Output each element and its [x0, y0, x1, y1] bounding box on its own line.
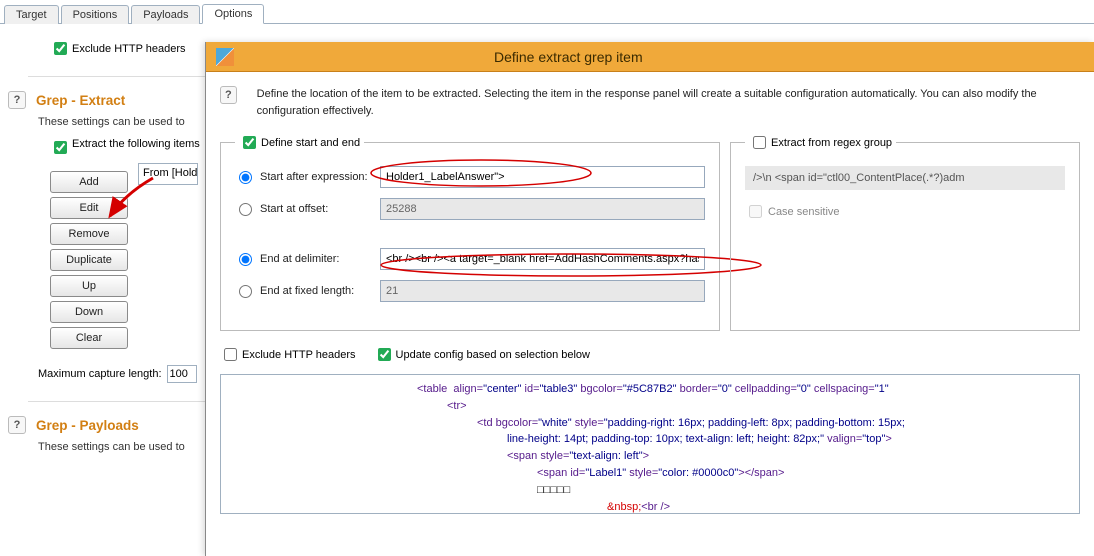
help-icon[interactable]: ?: [8, 416, 26, 434]
end-at-delimiter-label: End at delimiter:: [260, 253, 380, 265]
regex-preview: />\n <span id="ctl00_ContentPlace(.*?)ad…: [745, 166, 1065, 190]
case-sensitive-checkbox: [749, 205, 762, 218]
remove-button[interactable]: Remove: [50, 223, 128, 245]
help-icon[interactable]: ?: [220, 86, 237, 104]
burp-logo-icon: [216, 48, 234, 66]
dialog-exclude-http-checkbox[interactable]: [224, 348, 237, 361]
max-capture-length-label: Maximum capture length:: [38, 368, 162, 380]
grep-payloads-title: Grep - Payloads: [36, 418, 139, 433]
grep-extract-title: Grep - Extract: [36, 93, 125, 108]
duplicate-button[interactable]: Duplicate: [50, 249, 128, 271]
extract-from-regex-legend: Extract from regex group: [771, 137, 892, 149]
case-sensitive-label: Case sensitive: [768, 206, 840, 218]
start-after-expression-label: Start after expression:: [260, 171, 380, 183]
end-at-delimiter-input[interactable]: [380, 248, 705, 270]
extract-list-item[interactable]: From [Holder1: [138, 163, 198, 185]
extract-from-regex-fieldset: Extract from regex group />\n <span id="…: [730, 133, 1080, 331]
define-start-end-fieldset: Define start and end Start after express…: [220, 133, 720, 331]
exclude-http-headers-top-label: Exclude HTTP headers: [72, 43, 186, 55]
exclude-http-headers-top-checkbox[interactable]: [54, 42, 67, 55]
start-after-expression-input[interactable]: [380, 166, 705, 188]
update-config-label: Update config based on selection below: [396, 349, 590, 361]
dialog-header: Define extract grep item: [206, 42, 1094, 72]
grep-payloads-subtitle: These settings can be used to: [38, 441, 205, 453]
define-start-end-checkbox[interactable]: [243, 136, 256, 149]
extract-following-items-checkbox[interactable]: [54, 141, 67, 154]
tab-positions[interactable]: Positions: [61, 5, 130, 24]
tab-bar: Target Positions Payloads Options: [0, 0, 1094, 24]
add-button[interactable]: Add: [50, 171, 128, 193]
tab-options[interactable]: Options: [202, 4, 264, 24]
update-config-checkbox[interactable]: [378, 348, 391, 361]
left-panel: Exclude HTTP headers ? Grep - Extract Th…: [0, 24, 205, 463]
end-at-delimiter-radio[interactable]: [239, 253, 252, 266]
dialog-exclude-http-label: Exclude HTTP headers: [242, 349, 356, 361]
dialog-intro-text: Define the location of the item to be ex…: [257, 86, 1080, 119]
start-at-offset-radio[interactable]: [239, 203, 252, 216]
tab-target[interactable]: Target: [4, 5, 59, 24]
tab-payloads[interactable]: Payloads: [131, 5, 200, 24]
max-capture-length-input[interactable]: [167, 365, 197, 383]
edit-button[interactable]: Edit: [50, 197, 128, 219]
start-after-expression-radio[interactable]: [239, 171, 252, 184]
end-at-fixed-length-label: End at fixed length:: [260, 285, 380, 297]
start-at-offset-input: [380, 198, 705, 220]
extract-from-regex-checkbox[interactable]: [753, 136, 766, 149]
response-panel[interactable]: <table align="center" id="table3" bgcolo…: [220, 374, 1080, 514]
down-button[interactable]: Down: [50, 301, 128, 323]
dialog-title: Define extract grep item: [494, 49, 643, 65]
start-at-offset-label: Start at offset:: [260, 203, 380, 215]
extract-following-items-label: Extract the following items: [72, 138, 200, 150]
end-at-fixed-length-radio[interactable]: [239, 285, 252, 298]
clear-button[interactable]: Clear: [50, 327, 128, 349]
grep-extract-subtitle: These settings can be used to: [38, 116, 205, 128]
define-start-end-legend: Define start and end: [261, 137, 360, 149]
end-at-fixed-length-input: [380, 280, 705, 302]
define-extract-dialog: Define extract grep item ? Define the lo…: [205, 42, 1094, 556]
help-icon[interactable]: ?: [8, 91, 26, 109]
up-button[interactable]: Up: [50, 275, 128, 297]
